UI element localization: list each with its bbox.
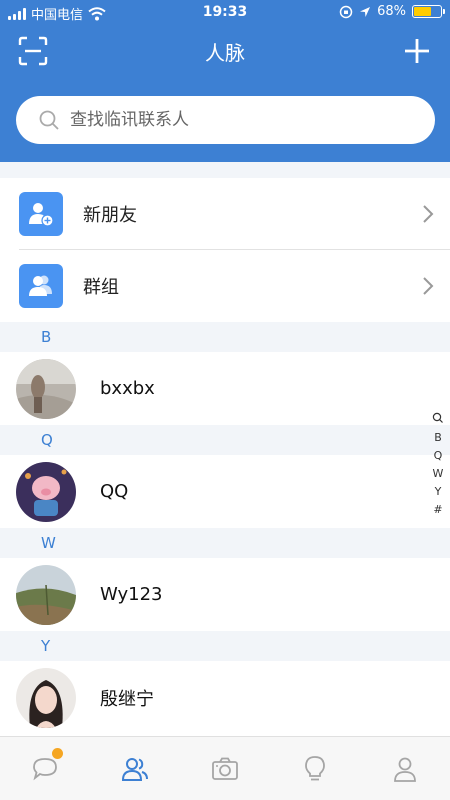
orientation-lock-icon bbox=[339, 5, 353, 18]
index-letter[interactable]: B bbox=[434, 429, 442, 447]
section-header-b: B bbox=[0, 322, 450, 352]
location-icon bbox=[360, 6, 371, 17]
add-user-icon bbox=[19, 192, 63, 236]
contact-row[interactable]: bxxbx bbox=[0, 352, 450, 425]
contacts-icon bbox=[121, 757, 148, 781]
camera-icon bbox=[212, 757, 238, 780]
search-box[interactable] bbox=[16, 96, 435, 144]
contact-name: Wy123 bbox=[100, 584, 163, 605]
section-header-q: Q bbox=[0, 425, 450, 455]
index-letter[interactable]: W bbox=[433, 465, 444, 483]
add-icon[interactable] bbox=[402, 36, 432, 66]
lightbulb-icon bbox=[305, 755, 325, 780]
battery-percent: 68% bbox=[377, 4, 406, 19]
index-letter[interactable]: Y bbox=[435, 483, 442, 501]
avatar bbox=[16, 358, 76, 419]
alphabet-index[interactable]: B Q W Y # bbox=[430, 411, 446, 519]
contact-name: QQ bbox=[100, 481, 129, 502]
contact-name: 殷继宁 bbox=[100, 688, 154, 710]
tab-bar bbox=[0, 736, 450, 800]
index-letter[interactable]: # bbox=[433, 501, 442, 519]
status-bar: 中国电信 19:33 68% bbox=[0, 0, 450, 26]
tab-discover[interactable] bbox=[270, 737, 360, 800]
tab-camera[interactable] bbox=[180, 737, 270, 800]
avatar bbox=[16, 667, 76, 728]
status-right: 68% bbox=[339, 4, 445, 19]
groups-entry[interactable]: 群组 bbox=[0, 250, 450, 322]
index-letter[interactable]: Q bbox=[434, 447, 443, 465]
chevron-right-icon bbox=[423, 277, 434, 295]
tab-profile[interactable] bbox=[360, 737, 450, 800]
index-search-icon[interactable] bbox=[432, 411, 444, 425]
avatar bbox=[16, 564, 76, 625]
nav-bar: 人脉 bbox=[0, 28, 450, 72]
section-header-w: W bbox=[0, 528, 450, 558]
contact-row[interactable]: Wy123 bbox=[0, 558, 450, 631]
section-header-y: Y bbox=[0, 631, 450, 661]
search-icon bbox=[39, 110, 59, 130]
contact-row[interactable]: QQ bbox=[0, 455, 450, 528]
avatar bbox=[16, 461, 76, 522]
contact-list: 新朋友 群组 B bxxbx Q QQ W Wy123 Y 殷继宁 bbox=[0, 162, 450, 736]
page-title: 人脉 bbox=[205, 41, 245, 65]
battery-icon bbox=[412, 5, 445, 18]
groups-label: 群组 bbox=[83, 277, 119, 298]
contact-name: bxxbx bbox=[100, 378, 155, 399]
unread-badge bbox=[52, 748, 63, 759]
profile-icon bbox=[394, 757, 416, 782]
search-input[interactable] bbox=[70, 110, 370, 130]
contact-row[interactable]: 殷继宁 bbox=[0, 661, 450, 734]
new-friends-label: 新朋友 bbox=[83, 205, 137, 226]
header: 中国电信 19:33 68% 人脉 bbox=[0, 0, 450, 162]
group-icon bbox=[19, 264, 63, 308]
tab-contacts[interactable] bbox=[90, 737, 180, 800]
chevron-right-icon bbox=[423, 205, 434, 223]
top-spacer bbox=[0, 162, 450, 178]
new-friends-entry[interactable]: 新朋友 bbox=[0, 178, 450, 250]
tab-messages[interactable] bbox=[0, 737, 90, 800]
